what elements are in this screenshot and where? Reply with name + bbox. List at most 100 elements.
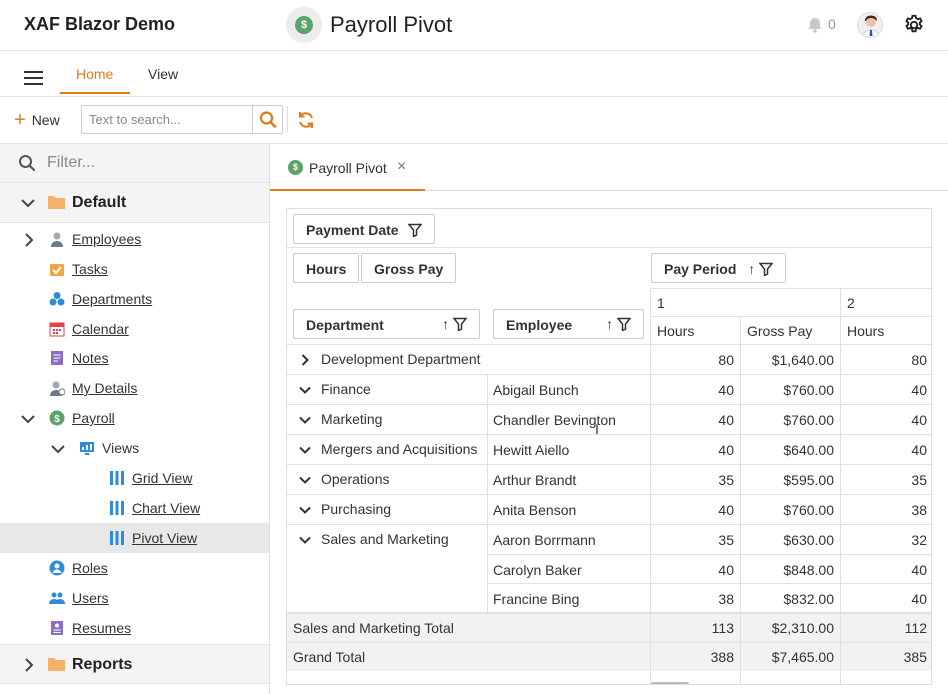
- sort-asc-icon[interactable]: ↑: [606, 316, 613, 332]
- chevron-down-icon[interactable]: [299, 503, 311, 519]
- total-hours-2: 385: [903, 649, 927, 665]
- sidebar-item-pivot-view[interactable]: Pivot View: [0, 523, 269, 553]
- chevron-down-icon[interactable]: [299, 473, 311, 489]
- close-icon[interactable]: ×: [397, 158, 406, 176]
- cell-hours-2: 40: [911, 412, 927, 428]
- app-title[interactable]: XAF Blazor Demo: [24, 14, 175, 35]
- grid-line: [650, 288, 931, 289]
- sidebar-item-grid-view[interactable]: Grid View: [0, 463, 269, 493]
- users-icon: [49, 592, 65, 604]
- gear-icon[interactable]: [903, 14, 925, 36]
- field-pay-period[interactable]: Pay Period ↑: [651, 253, 787, 283]
- nav-group-default[interactable]: Default: [0, 183, 269, 223]
- sidebar-item-label: Tasks: [72, 261, 108, 277]
- search-button[interactable]: [252, 106, 282, 133]
- document-tab-payroll-pivot[interactable]: $ Payroll Pivot ×: [270, 144, 425, 191]
- chevron-down-icon[interactable]: [299, 383, 311, 399]
- field-hours[interactable]: Hours: [293, 253, 360, 283]
- nav-filter-input[interactable]: Filter...: [0, 144, 269, 183]
- chevron-down-icon[interactable]: [299, 413, 311, 429]
- chevron-down-icon[interactable]: [51, 442, 65, 456]
- cell-gross-pay-1: $640.00: [783, 442, 834, 458]
- cell-gross-pay-1: $630.00: [783, 532, 834, 548]
- resumes-icon: [51, 621, 63, 635]
- field-label: Gross Pay: [374, 261, 444, 277]
- tab-home[interactable]: Home: [76, 66, 113, 82]
- sidebar-item-users[interactable]: Users: [0, 583, 269, 613]
- cell-gross-pay-1: $760.00: [783, 412, 834, 428]
- chevron-down-icon[interactable]: [21, 412, 35, 426]
- new-button-label: New: [31, 112, 60, 128]
- sidebar-item-tasks[interactable]: Tasks: [0, 254, 269, 284]
- active-tab-indicator: [60, 92, 130, 94]
- sidebar-item-label: Payroll: [72, 410, 115, 426]
- ribbon: Home View: [0, 51, 948, 97]
- folder-icon: [48, 196, 65, 209]
- views-icon: [80, 442, 94, 455]
- sidebar-item-label: Users: [72, 590, 109, 606]
- grid-line: [487, 583, 931, 584]
- cell-hours-1: 80: [718, 352, 734, 368]
- coin-icon: $: [295, 16, 313, 34]
- filter-icon[interactable]: [407, 223, 424, 238]
- sidebar-item-employees[interactable]: Employees: [0, 224, 269, 254]
- measure-header-gross-pay: Gross Pay: [747, 323, 813, 339]
- sidebar-item-roles[interactable]: Roles: [0, 553, 269, 583]
- search-input[interactable]: Text to search...: [81, 105, 283, 134]
- nav-group-label: Reports: [72, 656, 133, 673]
- sort-asc-icon[interactable]: ↑: [442, 316, 449, 332]
- chevron-right-icon[interactable]: [22, 233, 36, 247]
- cell-hours-1: 40: [718, 382, 734, 398]
- sidebar-item-my-details[interactable]: My Details: [0, 373, 269, 403]
- sidebar-item-payroll[interactable]: $ Payroll: [0, 403, 269, 433]
- calendar-icon: [49, 322, 65, 337]
- filter-icon[interactable]: [758, 262, 774, 277]
- field-gross-pay[interactable]: Gross Pay: [361, 253, 457, 283]
- chevron-right-icon[interactable]: [299, 353, 311, 369]
- cell-hours-1: 40: [718, 562, 734, 578]
- tasks-icon: [50, 264, 64, 276]
- folder-icon: [48, 658, 65, 671]
- field-employee[interactable]: Employee ↑: [493, 309, 644, 339]
- cell-hours-2: 80: [911, 352, 927, 368]
- chevron-down-icon[interactable]: [20, 195, 36, 211]
- tab-view[interactable]: View: [148, 66, 178, 82]
- hamburger-menu-icon[interactable]: [24, 71, 43, 85]
- chevron-down-icon[interactable]: [299, 533, 311, 549]
- sidebar-item-label: Chart View: [132, 500, 201, 516]
- chevron-right-icon[interactable]: [22, 657, 36, 673]
- roles-icon: [49, 560, 65, 576]
- sidebar-item-notes[interactable]: Notes: [0, 343, 269, 373]
- refresh-icon[interactable]: [296, 110, 316, 130]
- sidebar-item-departments[interactable]: Departments: [0, 284, 269, 314]
- chevron-down-icon[interactable]: [299, 443, 311, 459]
- filter-icon[interactable]: [616, 317, 632, 332]
- bell-icon[interactable]: [806, 16, 824, 34]
- cell-hours-1: 35: [718, 532, 734, 548]
- field-payment-date[interactable]: Payment Date: [293, 214, 436, 244]
- measure-header-hours: Hours: [847, 323, 885, 339]
- total-hours-1: 113: [711, 620, 734, 636]
- sidebar-item-resumes[interactable]: Resumes: [0, 613, 269, 643]
- nav-group-reports[interactable]: Reports: [0, 644, 269, 684]
- avatar[interactable]: [857, 12, 883, 38]
- sidebar-item-calendar[interactable]: Calendar: [0, 314, 269, 344]
- row-department: Development Department: [321, 351, 481, 367]
- sidebar-item-chart-view[interactable]: Chart View: [0, 493, 269, 523]
- new-button[interactable]: + New: [14, 109, 60, 131]
- sidebar-item-views[interactable]: Views: [0, 433, 269, 463]
- my-details-icon: [50, 381, 65, 396]
- tab-strip-border: [425, 190, 948, 191]
- row-employee: Abigail Bunch: [493, 382, 579, 398]
- grid-view-icon: [110, 501, 124, 515]
- column-value-2[interactable]: 2: [847, 295, 855, 311]
- filter-icon[interactable]: [452, 317, 468, 332]
- cell-hours-1: 40: [718, 502, 734, 518]
- column-value-1[interactable]: 1: [657, 295, 665, 311]
- sidebar-item-label: Views: [102, 440, 140, 456]
- horizontal-scrollbar[interactable]: [651, 682, 689, 684]
- field-department[interactable]: Department ↑: [293, 309, 480, 339]
- sort-asc-icon[interactable]: ↑: [748, 261, 755, 277]
- grid-line: [650, 316, 931, 317]
- row-employee: Francine Bing: [493, 591, 580, 607]
